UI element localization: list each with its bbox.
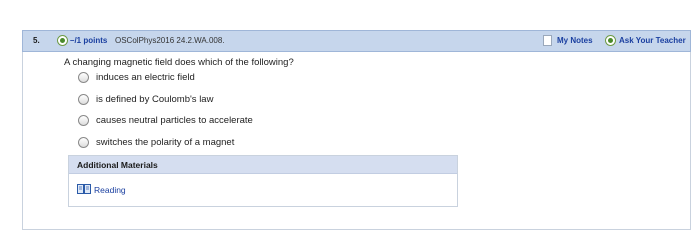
reading-link[interactable]: Reading <box>94 185 126 195</box>
choice-label[interactable]: switches the polarity of a magnet <box>96 137 234 148</box>
radio-button[interactable] <box>78 137 89 148</box>
question-header: 5. –/1 points OSColPhys2016 24.2.WA.008.… <box>22 30 691 52</box>
question-prompt: A changing magnetic field does which of … <box>64 57 294 68</box>
radio-button[interactable] <box>78 115 89 126</box>
additional-materials-title: Additional Materials <box>77 160 158 170</box>
additional-materials-panel: Additional Materials Reading <box>68 155 458 207</box>
expand-icon[interactable] <box>57 35 68 46</box>
choice-label[interactable]: causes neutral particles to accelerate <box>96 115 253 126</box>
additional-materials-header: Additional Materials <box>69 156 457 174</box>
ask-teacher-icon[interactable] <box>605 35 616 46</box>
my-notes-link[interactable]: My Notes <box>557 36 593 45</box>
choice-label[interactable]: induces an electric field <box>96 72 195 83</box>
notes-icon[interactable] <box>543 35 552 46</box>
points-label: –/1 points <box>70 36 108 45</box>
question-source: OSColPhys2016 24.2.WA.008. <box>115 36 225 45</box>
book-icon[interactable] <box>77 184 91 194</box>
radio-button[interactable] <box>78 94 89 105</box>
question-number: 5. <box>33 36 40 45</box>
ask-teacher-link[interactable]: Ask Your Teacher <box>619 36 686 45</box>
choice-label[interactable]: is defined by Coulomb's law <box>96 94 213 105</box>
radio-button[interactable] <box>78 72 89 83</box>
